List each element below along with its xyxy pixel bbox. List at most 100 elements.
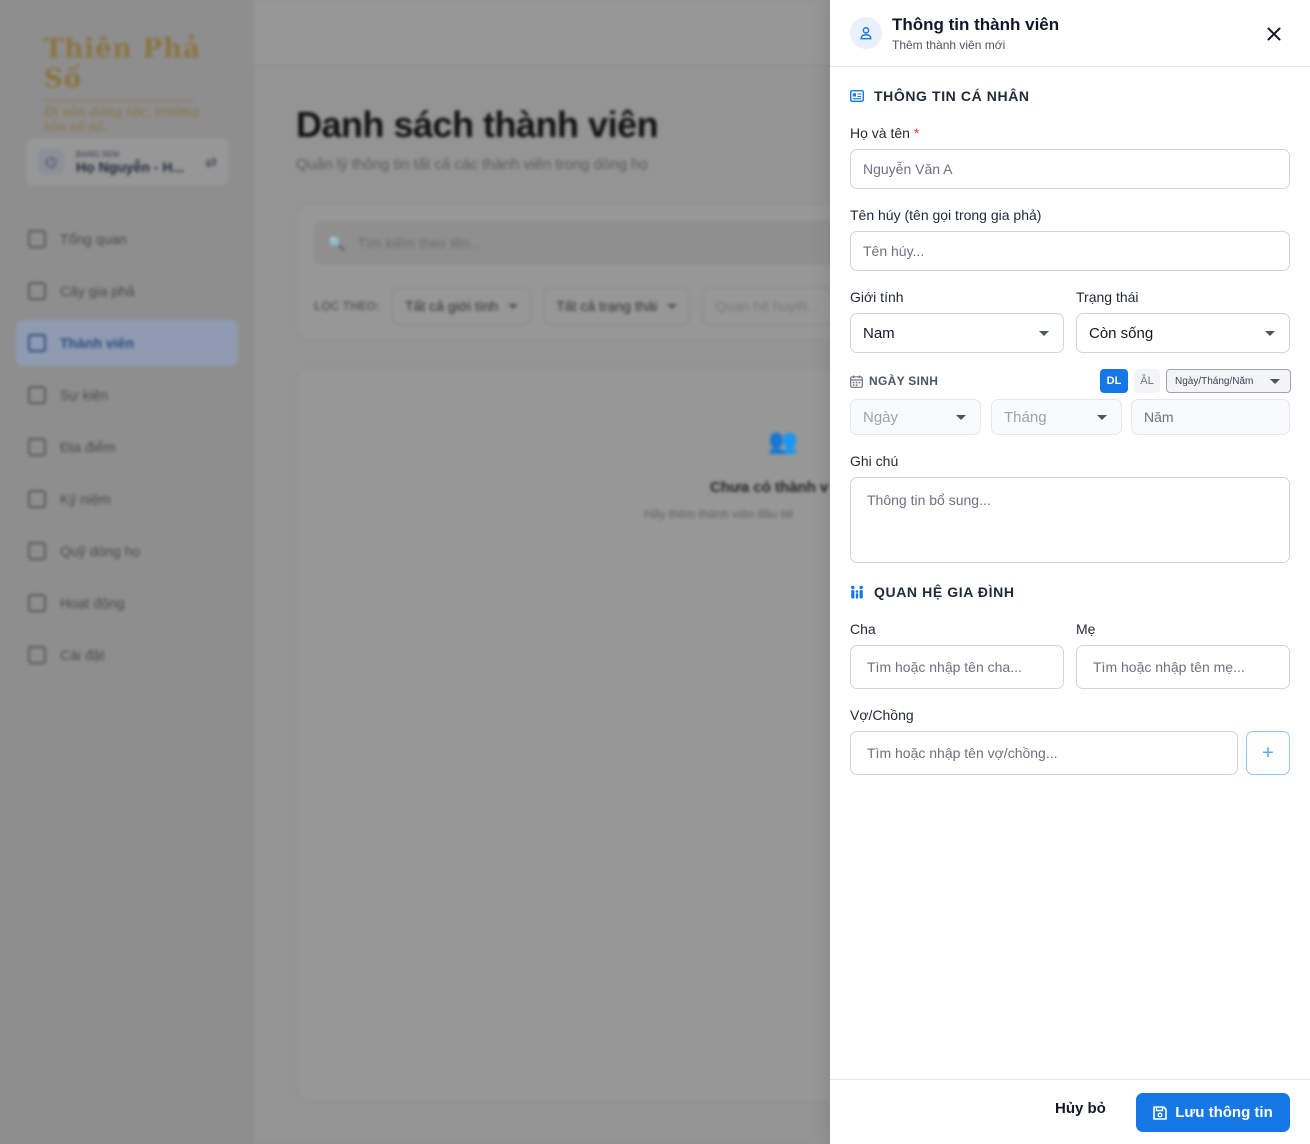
birth-month-select[interactable]: Tháng [991, 399, 1122, 435]
calendar-icon [850, 375, 863, 388]
chevron-down-icon [1265, 330, 1275, 336]
birth-day-select[interactable]: Ngày [850, 399, 981, 435]
logo-divider [44, 100, 194, 101]
sidebar-item-label: Quỹ dòng họ [60, 543, 141, 559]
spouse-input[interactable]: Tìm hoặc nhập tên vợ/chồng... [850, 731, 1238, 775]
logo: Thiên Phả Số Di sản dòng tộc, trường tồn… [44, 34, 214, 135]
gender-select[interactable]: Nam [850, 313, 1064, 353]
sidebar-item-label: Kỷ niệm [60, 491, 111, 507]
status-select[interactable]: Còn sống [1076, 313, 1290, 353]
sidebar-item-settings[interactable]: Cài đặt [16, 632, 238, 678]
sidebar-item-clan-fund[interactable]: Quỹ dòng họ [16, 528, 238, 574]
clan-switcher[interactable]: ⌬ ĐANG XEM Họ Nguyễn - H... ⇄ [25, 137, 230, 187]
sidebar-item-members[interactable]: Thành viên [16, 320, 238, 366]
gender-filter[interactable]: Tất cả giới tính [392, 287, 532, 325]
sidebar-item-activity[interactable]: Hoạt động [16, 580, 238, 626]
note-placeholder: Thông tin bổ sung... [867, 492, 991, 508]
full-name-input[interactable]: Nguyễn Văn A [850, 149, 1290, 189]
search-placeholder: Tìm kiếm theo tên... [357, 235, 482, 251]
wallet-icon [28, 542, 46, 560]
spouse-label: Vợ/Chồng [850, 707, 914, 723]
relation-filter[interactable]: Quan hệ huyết... [702, 287, 832, 325]
status-label: Trạng thái [1076, 289, 1139, 305]
clan-name: Họ Nguyễn - H... [76, 158, 185, 175]
filter-card: 🔍 Tìm kiếm theo tên... LỌC THEO: Tất cả … [297, 204, 857, 340]
birth-year-input[interactable]: Năm [1131, 399, 1290, 435]
chevron-down-icon [1097, 414, 1107, 420]
save-button[interactable]: Lưu thông tin [1136, 1093, 1290, 1132]
date-format-value: Ngày/Tháng/Năm [1175, 375, 1254, 387]
swap-icon: ⇄ [205, 153, 217, 170]
filter-label: LỌC THEO: [314, 299, 380, 313]
history-icon [28, 594, 46, 612]
sidebar-item-label: Tổng quan [60, 231, 127, 247]
sidebar-item-overview[interactable]: Tổng quan [16, 216, 238, 262]
father-label: Cha [850, 621, 876, 637]
sidebar-item-label: Hoạt động [60, 595, 125, 611]
birth-year-placeholder: Năm [1144, 409, 1174, 425]
location-icon [28, 438, 46, 456]
chevron-down-icon [508, 303, 519, 309]
solar-calendar-toggle[interactable]: DL [1100, 369, 1128, 393]
sidebar-item-locations[interactable]: Địa điểm [16, 424, 238, 470]
chevron-down-icon [1270, 378, 1280, 384]
plus-icon: + [1262, 741, 1274, 764]
drawer-footer: Hủy bỏ Lưu thông tin [830, 1079, 1310, 1144]
spouse-placeholder: Tìm hoặc nhập tên vợ/chồng... [867, 745, 1058, 761]
taboo-name-placeholder: Tên húy... [863, 243, 925, 259]
status-filter[interactable]: Tất cả trạng thái [543, 287, 691, 325]
birth-date-label-text: NGÀY SINH [869, 374, 939, 388]
tree-icon [28, 282, 46, 300]
calendar-icon [28, 386, 46, 404]
album-icon [28, 490, 46, 508]
member-form-drawer: Thông tin thành viên Thêm thành viên mới… [830, 0, 1310, 1144]
taboo-name-input[interactable]: Tên húy... [850, 231, 1290, 271]
add-spouse-button[interactable]: + [1246, 731, 1290, 775]
logo-subtitle: Di sản dòng tộc, trường tồn số số. [44, 105, 200, 135]
full-name-label-text: Họ và tên [850, 125, 910, 141]
users-icon: 👥 [768, 428, 798, 455]
full-name-placeholder: Nguyễn Văn A [863, 161, 953, 177]
sidebar-item-label: Thành viên [60, 335, 134, 351]
sidebar-item-label: Địa điểm [60, 439, 116, 455]
chevron-down-icon [667, 303, 678, 309]
sidebar-nav: Tổng quan Cây gia phả Thành viên Sự kiện… [16, 216, 238, 684]
sidebar-item-events[interactable]: Sự kiện [16, 372, 238, 418]
mother-placeholder: Tìm hoặc nhập tên mẹ... [1093, 659, 1245, 675]
personal-info-section-title: THÔNG TIN CÁ NHÂN [850, 88, 1030, 104]
empty-state-subtitle: Hãy thêm thành viên đầu tiê [644, 507, 794, 521]
status-filter-value: Tất cả trạng thái [556, 298, 658, 314]
page-subtitle: Quản lý thông tin tất cả các thành viên … [296, 156, 648, 173]
members-icon [28, 334, 46, 352]
search-icon: 🔍 [328, 234, 346, 251]
date-format-select[interactable]: Ngày/Tháng/Năm [1166, 369, 1291, 393]
empty-state-title: Chưa có thành v [710, 479, 829, 496]
cancel-button[interactable]: Hủy bỏ [1055, 1100, 1106, 1117]
drawer-header: Thông tin thành viên Thêm thành viên mới [830, 0, 1310, 67]
close-button[interactable] [1262, 22, 1286, 46]
section-title-text: THÔNG TIN CÁ NHÂN [874, 88, 1030, 104]
section-title-text: QUAN HỆ GIA ĐÌNH [874, 584, 1015, 600]
required-marker: * [913, 125, 920, 141]
dashboard-icon [28, 230, 46, 248]
page-title: Danh sách thành viên [296, 104, 659, 145]
sidebar-item-label: Cài đặt [60, 647, 105, 663]
member-list-card: 👥 Chưa có thành v Hãy thêm thành viên đầ… [297, 368, 857, 1102]
sidebar-item-family-tree[interactable]: Cây gia phả [16, 268, 238, 314]
family-section-title: QUAN HỆ GIA ĐÌNH [850, 584, 1015, 600]
member-search-input[interactable]: 🔍 Tìm kiếm theo tên... [314, 221, 854, 265]
chevron-down-icon [1039, 330, 1049, 336]
taboo-name-label: Tên húy (tên gọi trong gia phả) [850, 207, 1042, 223]
relation-filter-value: Quan hệ huyết... [715, 298, 819, 314]
tree-icon: ⌬ [38, 149, 64, 175]
note-textarea[interactable]: Thông tin bổ sung... [850, 477, 1290, 563]
father-input[interactable]: Tìm hoặc nhập tên cha... [850, 645, 1064, 689]
sidebar: Thiên Phả Số Di sản dòng tộc, trường tồn… [0, 0, 254, 1144]
mother-input[interactable]: Tìm hoặc nhập tên mẹ... [1076, 645, 1290, 689]
full-name-label: Họ và tên * [850, 125, 919, 141]
mother-label: Mẹ [1076, 621, 1096, 637]
user-icon [850, 17, 882, 49]
save-icon [1153, 1105, 1168, 1120]
lunar-calendar-toggle[interactable]: ÂL [1134, 369, 1160, 393]
sidebar-item-memories[interactable]: Kỷ niệm [16, 476, 238, 522]
